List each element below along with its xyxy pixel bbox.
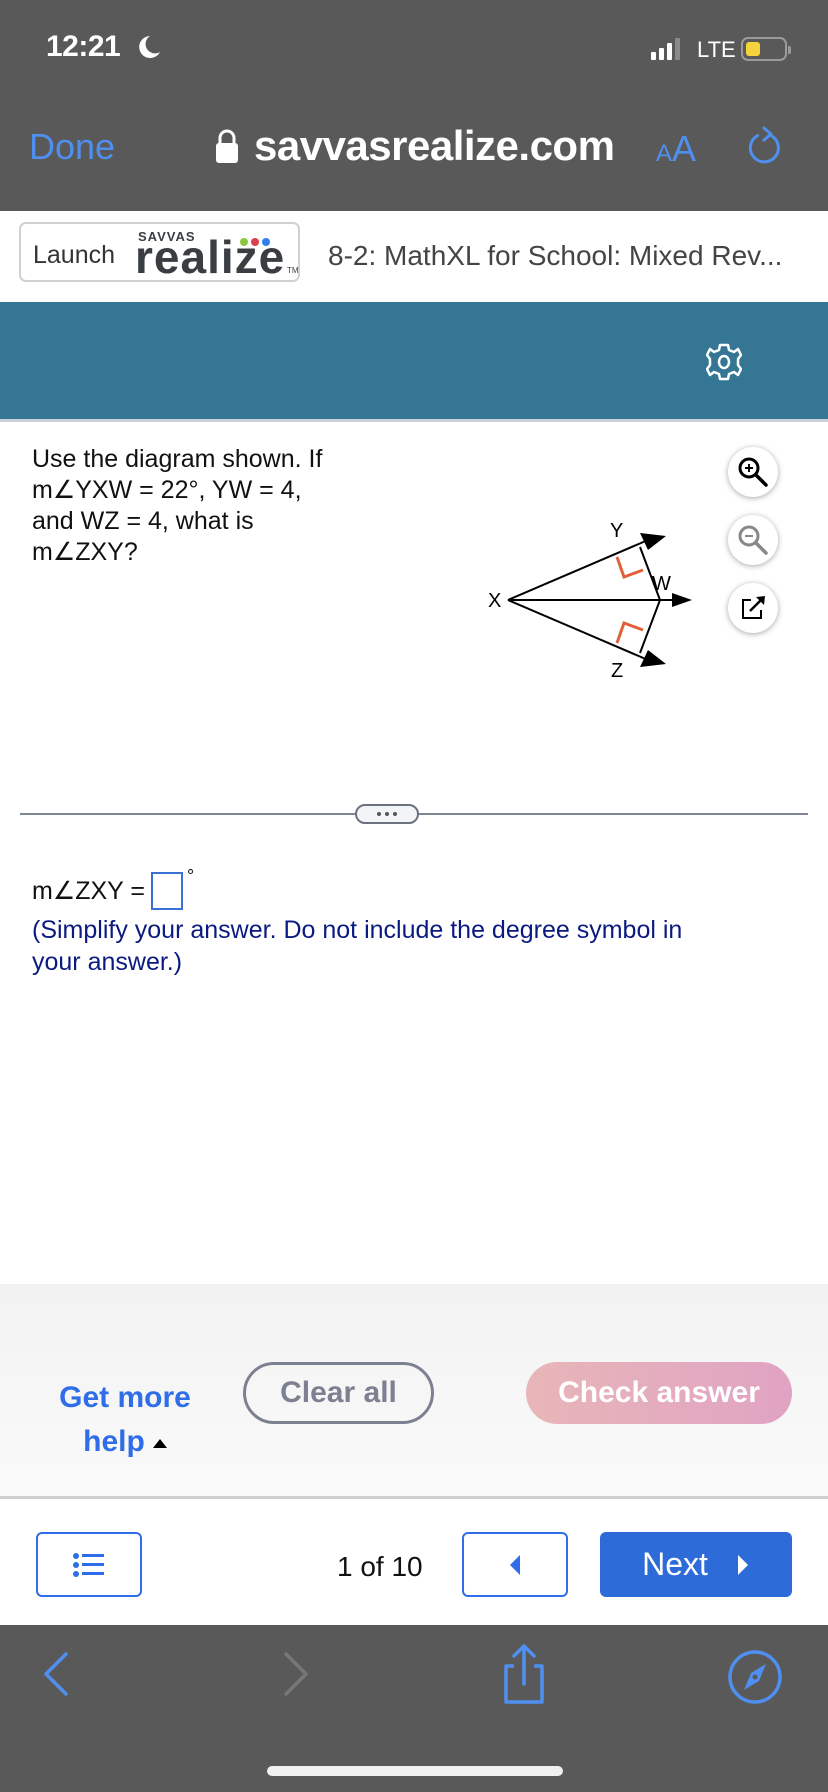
zoom-in-icon: [738, 457, 768, 487]
label-w: W: [652, 573, 671, 595]
next-button[interactable]: Next: [600, 1532, 792, 1597]
question-list-button[interactable]: [36, 1532, 142, 1597]
right-angle-z: [615, 621, 644, 644]
share-icon[interactable]: [496, 1642, 552, 1708]
text-size-big: A: [672, 128, 697, 169]
caret-right-icon: [737, 1554, 748, 1575]
home-indicator[interactable]: [267, 1766, 563, 1776]
signal-icon: [651, 38, 680, 60]
assignment-title: 8-2: MathXL for School: Mixed Rev...: [328, 240, 783, 271]
answer-instructions: (Simplify your answer. Do not include th…: [32, 916, 683, 976]
brand-dot-red: [251, 238, 259, 246]
moon-icon: [139, 36, 160, 58]
done-button[interactable]: Done: [29, 126, 115, 168]
question-text: Use the diagram shown. If m∠YXW = 22°, Y…: [32, 444, 352, 568]
check-answer-button[interactable]: Check answer: [526, 1362, 792, 1424]
text-size-button[interactable]: AA: [656, 128, 696, 170]
popout-icon: [742, 596, 765, 619]
caret-up-icon: [152, 1438, 167, 1448]
trademark: TM: [287, 266, 299, 275]
question-line: Use the diagram shown. If: [32, 445, 323, 473]
geometry-diagram: X Y W Z: [488, 520, 692, 680]
page-count: 1 of 10: [337, 1551, 423, 1582]
label-z: Z: [611, 660, 623, 680]
list-icon: [73, 1552, 104, 1577]
right-angle-y: [615, 556, 644, 579]
get-more-help-button[interactable]: Get more help: [50, 1376, 200, 1464]
back-icon[interactable]: [40, 1650, 74, 1698]
previous-button[interactable]: [462, 1532, 568, 1597]
question-navigation: 1 of 10 Next: [0, 1499, 828, 1625]
brand-dots: [240, 238, 270, 246]
answer-input[interactable]: [150, 872, 183, 910]
action-area: Get more help Clear all Check answer: [0, 1284, 828, 1499]
answer-row: m∠ZXY = °: [32, 866, 194, 910]
divider-handle[interactable]: [355, 804, 419, 824]
question-line: m∠YXW = 22°, YW = 4,: [32, 476, 302, 504]
text-size-small: A: [656, 140, 673, 167]
answer-prompt: m∠ZXY =: [32, 877, 145, 905]
gear-icon[interactable]: [706, 341, 742, 383]
arrow-w: [672, 593, 692, 607]
assignment-header: Launch SAVVAS realize TM 8-2: MathXL for…: [0, 211, 828, 301]
network-type: LTE: [697, 37, 736, 62]
question-line: and WZ = 4, what is: [32, 507, 254, 535]
zoom-out-button[interactable]: [728, 515, 778, 565]
zoom-in-button[interactable]: [728, 447, 778, 497]
lock-icon: [216, 129, 238, 163]
brand-dot-green: [240, 238, 248, 246]
question-line: m∠ZXY?: [32, 538, 138, 566]
launch-realize-button[interactable]: Launch SAVVAS realize TM: [19, 222, 300, 282]
launch-label: Launch: [33, 241, 116, 269]
battery-icon: [741, 37, 791, 61]
reload-icon[interactable]: [744, 124, 786, 170]
compass-icon[interactable]: [726, 1648, 784, 1706]
ray-xz: [507, 599, 649, 661]
degree-symbol: °: [186, 866, 195, 886]
status-time: 12:21: [46, 30, 121, 63]
help-label-line1: Get more: [59, 1381, 191, 1414]
segment-wz: [639, 599, 661, 654]
url-field[interactable]: savvasrealize.com: [254, 122, 615, 170]
brand-dot-blue: [262, 238, 270, 246]
next-label: Next: [642, 1546, 708, 1582]
browser-top-chrome: 12:21 LTE Done savvasrealize.com AA: [0, 0, 828, 211]
zoom-out-icon: [738, 525, 768, 555]
label-x: X: [488, 590, 501, 612]
caret-left-icon: [510, 1554, 520, 1575]
ray-xy: [507, 539, 649, 601]
label-y: Y: [610, 520, 623, 542]
exercise-toolbar: [0, 302, 828, 422]
forward-icon[interactable]: [278, 1650, 312, 1698]
popout-button[interactable]: [728, 583, 778, 633]
clear-all-button[interactable]: Clear all: [243, 1362, 434, 1424]
help-label-line2: help: [83, 1425, 145, 1458]
